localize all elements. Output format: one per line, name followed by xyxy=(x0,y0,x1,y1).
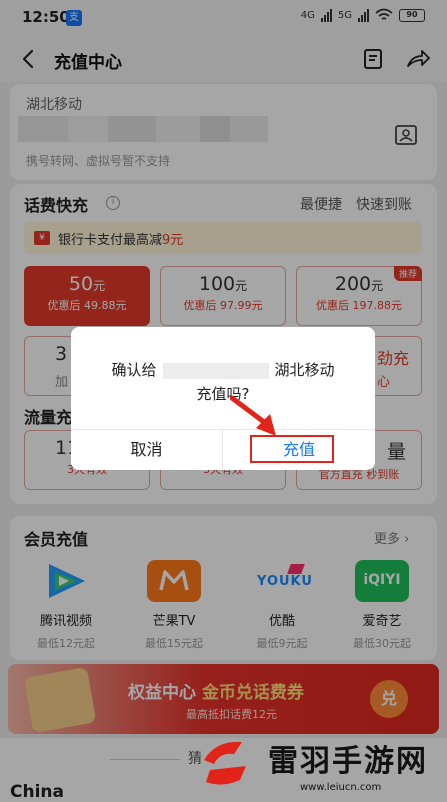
watermark-logo-icon xyxy=(204,741,246,785)
pointer-arrow-icon xyxy=(230,395,276,436)
dialog-message-line1: 确认给 湖北移动 xyxy=(111,361,335,379)
dialog-message-line2: 充值吗? xyxy=(196,385,250,403)
watermark-url: www.leiucn.com xyxy=(300,782,382,793)
masked-number xyxy=(162,362,269,379)
watermark-text: 雷羽手游网 xyxy=(268,744,428,779)
cancel-button[interactable]: 取消 xyxy=(71,430,222,470)
confirm-dialog: 确认给 湖北移动 充值吗? 取消 充值 xyxy=(71,327,375,470)
